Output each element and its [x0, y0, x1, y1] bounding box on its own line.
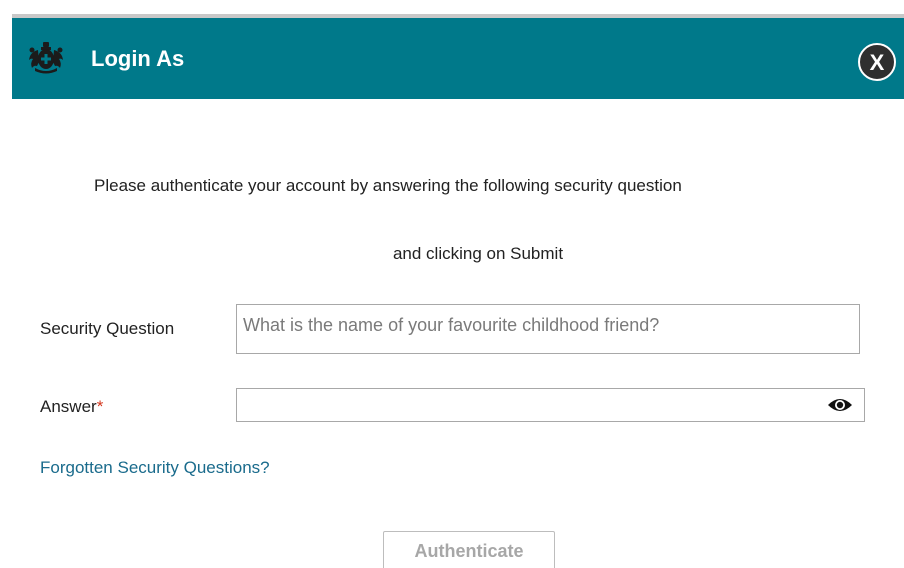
eye-icon[interactable]	[827, 397, 853, 413]
close-icon: X	[869, 50, 885, 75]
login-as-dialog: Login As X Please authenticate your acco…	[0, 0, 904, 568]
dialog-header: Login As X	[12, 18, 904, 99]
required-marker: *	[96, 397, 104, 416]
dialog-title: Login As	[91, 46, 185, 71]
security-question-label: Security Question	[40, 319, 175, 338]
close-button[interactable]: X	[858, 43, 896, 81]
instructions-line-1: Please authenticate your account by answ…	[94, 176, 682, 195]
instructions-line-2: and clicking on Submit	[392, 244, 564, 263]
royal-crest-icon	[29, 42, 63, 74]
forgotten-security-questions-link[interactable]: Forgotten Security Questions?	[40, 457, 270, 479]
authenticate-button[interactable]: Authenticate	[383, 531, 555, 568]
answer-label-text: Answer	[40, 397, 97, 416]
answer-label: Answer*	[40, 396, 103, 418]
answer-input[interactable]	[236, 388, 865, 422]
security-question-field: What is the name of your favourite child…	[236, 304, 860, 354]
